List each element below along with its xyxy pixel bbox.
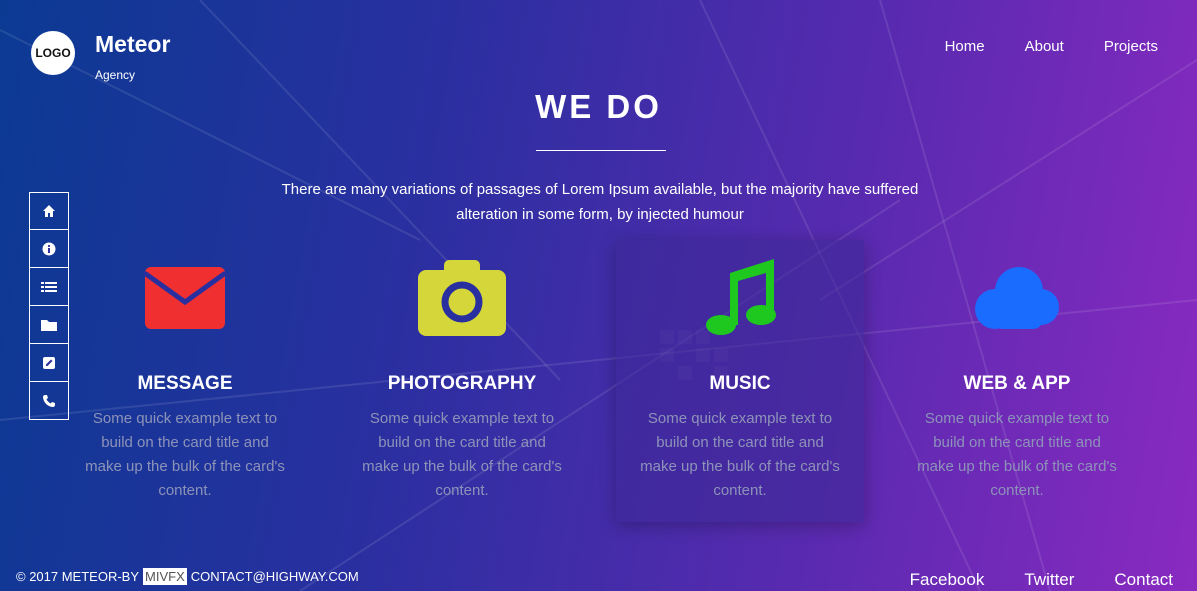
edit-icon bbox=[43, 356, 55, 369]
brand-title: Meteor bbox=[95, 31, 171, 57]
card-title: WEB & APP bbox=[963, 373, 1071, 394]
service-card-message[interactable]: MESSAGE Some quick example text to build… bbox=[61, 240, 309, 522]
top-nav: Home About Projects bbox=[945, 38, 1158, 55]
card-text: Some quick example text to build on the … bbox=[917, 410, 1117, 499]
cloud-icon bbox=[975, 267, 1059, 329]
card-icon-wrap bbox=[616, 259, 864, 336]
service-card-web-app[interactable]: WEB & APP Some quick example text to bui… bbox=[893, 240, 1141, 522]
card-icon-wrap bbox=[893, 260, 1141, 336]
service-card-photography[interactable]: PHOTOGRAPHY Some quick example text to b… bbox=[338, 240, 586, 522]
card-text: Some quick example text to build on the … bbox=[640, 410, 840, 499]
card-text: Some quick example text to build on the … bbox=[85, 410, 285, 499]
camera-icon bbox=[418, 260, 506, 336]
home-icon bbox=[43, 205, 55, 217]
side-nav-home-button[interactable] bbox=[29, 192, 69, 230]
author-badge[interactable]: MIVFX bbox=[143, 568, 187, 585]
music-note-icon bbox=[706, 259, 776, 335]
card-icon-wrap bbox=[61, 260, 309, 336]
footer-copyright: © 2017 METEOR-BY MIVFX CONTACT@HIGHWAY.C… bbox=[16, 568, 359, 585]
card-title: PHOTOGRAPHY bbox=[387, 373, 537, 394]
footer-nav: Facebook Twitter Contact bbox=[910, 570, 1173, 590]
service-card-music[interactable]: MUSIC Some quick example text to build o… bbox=[616, 240, 864, 522]
section-intro: There are many variations of passages of… bbox=[281, 181, 919, 223]
footer-contact-link[interactable]: Contact bbox=[1114, 570, 1173, 590]
info-icon bbox=[42, 242, 56, 255]
phone-icon bbox=[43, 394, 55, 407]
heading-divider bbox=[536, 150, 666, 151]
list-icon bbox=[41, 281, 57, 292]
logo[interactable]: LOGO bbox=[31, 31, 75, 75]
nav-home-link[interactable]: Home bbox=[945, 38, 985, 55]
folder-icon bbox=[41, 319, 57, 331]
nav-projects-link[interactable]: Projects bbox=[1104, 38, 1158, 55]
footer-facebook-link[interactable]: Facebook bbox=[910, 570, 985, 590]
card-title: MUSIC bbox=[709, 373, 771, 394]
card-title: MESSAGE bbox=[137, 373, 233, 394]
copyright-text: © 2017 METEOR-BY bbox=[16, 569, 140, 584]
section-heading: WE DO bbox=[535, 88, 662, 125]
card-text: Some quick example text to build on the … bbox=[362, 410, 562, 499]
footer-twitter-link[interactable]: Twitter bbox=[1024, 570, 1074, 590]
brand-subtitle: Agency bbox=[95, 68, 136, 82]
card-icon-wrap bbox=[338, 260, 586, 336]
nav-about-link[interactable]: About bbox=[1025, 38, 1064, 55]
envelope-icon bbox=[144, 267, 226, 329]
contact-email[interactable]: CONTACT@HIGHWAY.COM bbox=[191, 569, 359, 584]
